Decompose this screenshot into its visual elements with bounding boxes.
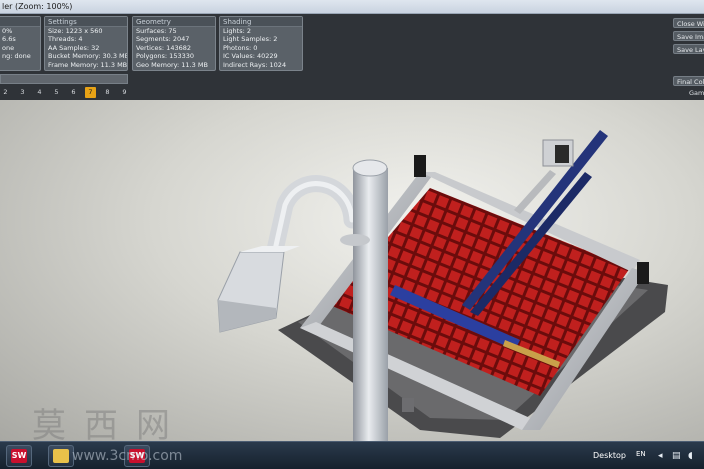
volume-icon[interactable]: ◖ xyxy=(688,451,693,461)
page-5[interactable]: 5 xyxy=(51,87,62,98)
shading-line: IC Values: 40229 xyxy=(223,52,278,61)
geometry-line: Vertices: 143682 xyxy=(136,43,191,52)
camera-top xyxy=(240,246,300,252)
close-window-button[interactable]: Close Win xyxy=(673,18,704,28)
shading-line: Photons: 0 xyxy=(223,43,258,52)
geometry-line: Segments: 2047 xyxy=(136,35,190,44)
settings-box: Settings Size: 1223 x 560 Threads: 4 AA … xyxy=(44,16,128,71)
geometry-header: Geometry xyxy=(133,17,215,27)
shading-box: Shading Lights: 2 Light Samples: 2 Photo… xyxy=(219,16,303,71)
status-line: 6.6s xyxy=(2,35,16,44)
buffer-pager: 2 3 4 5 6 7 8 9 xyxy=(0,87,136,98)
settings-line: Size: 1223 x 560 xyxy=(48,27,103,35)
settings-line: AA Samples: 32 xyxy=(48,43,100,52)
shading-line: Light Samples: 2 xyxy=(223,35,278,44)
language-indicator[interactable]: EN xyxy=(636,450,646,458)
shading-line: Indirect Rays: 1024 xyxy=(223,60,287,69)
render-info-panel: 0% 6.6s one ng: done Settings Size: 1223… xyxy=(0,14,704,100)
settings-line: Frame Memory: 11.3 MB xyxy=(48,60,127,69)
status-line: 0% xyxy=(2,27,13,35)
solidworks-icon: SW xyxy=(11,449,27,463)
taskbar-app-explorer[interactable] xyxy=(48,445,74,467)
pole-cap xyxy=(352,159,388,177)
geometry-line: Surfaces: 75 xyxy=(136,27,177,35)
status-line: ng: done xyxy=(2,52,31,61)
save-image-button[interactable]: Save Imag xyxy=(673,31,704,41)
page-3[interactable]: 3 xyxy=(17,87,28,98)
status-header xyxy=(0,17,40,27)
geometry-line: Geo Memory: 11.3 MB xyxy=(136,60,208,69)
watermark-text: 莫西网 xyxy=(32,406,188,446)
bracket xyxy=(414,155,426,177)
tray-arrow-icon[interactable]: ◂ xyxy=(658,451,663,461)
settings-line: Threads: 4 xyxy=(48,35,83,44)
settings-header: Settings xyxy=(45,17,127,27)
render-viewport[interactable] xyxy=(0,100,704,441)
status-box: 0% 6.6s one ng: done xyxy=(0,16,41,71)
bracket xyxy=(637,262,649,284)
bottom-knob xyxy=(402,398,414,412)
page-7[interactable]: 7 xyxy=(85,87,96,98)
geometry-box: Geometry Surfaces: 75 Segments: 2047 Ver… xyxy=(132,16,216,71)
page-2[interactable]: 2 xyxy=(0,87,11,98)
folder-icon xyxy=(53,449,69,463)
vertical-pole xyxy=(353,168,388,441)
final-color-dropdown[interactable]: Final Colo xyxy=(673,76,704,86)
pole-clamp xyxy=(340,234,370,246)
page-4[interactable]: 4 xyxy=(34,87,45,98)
taskbar-app-solidworks[interactable]: SW xyxy=(6,445,32,467)
stepper-motor xyxy=(555,145,569,163)
save-layers-button[interactable]: Save Laye xyxy=(673,44,704,54)
watermark-url: www.3cmo.com xyxy=(72,448,183,464)
render-progress-bar xyxy=(0,74,128,84)
page-9[interactable]: 9 xyxy=(119,87,130,98)
status-line: one xyxy=(2,43,15,52)
shading-line: Lights: 2 xyxy=(223,27,251,35)
page-6[interactable]: 6 xyxy=(68,87,79,98)
window-title: ler (Zoom: 100%) xyxy=(0,0,704,14)
rendered-scene xyxy=(217,130,668,441)
shading-header: Shading xyxy=(220,17,302,27)
network-icon[interactable]: ▤ xyxy=(672,451,681,461)
desktop-toolbar-label[interactable]: Desktop xyxy=(593,451,626,460)
page-8[interactable]: 8 xyxy=(102,87,113,98)
geometry-line: Polygons: 153330 xyxy=(136,52,194,61)
settings-line: Bucket Memory: 30.3 MB xyxy=(48,52,127,61)
gamma-label: Gamm xyxy=(689,89,704,97)
